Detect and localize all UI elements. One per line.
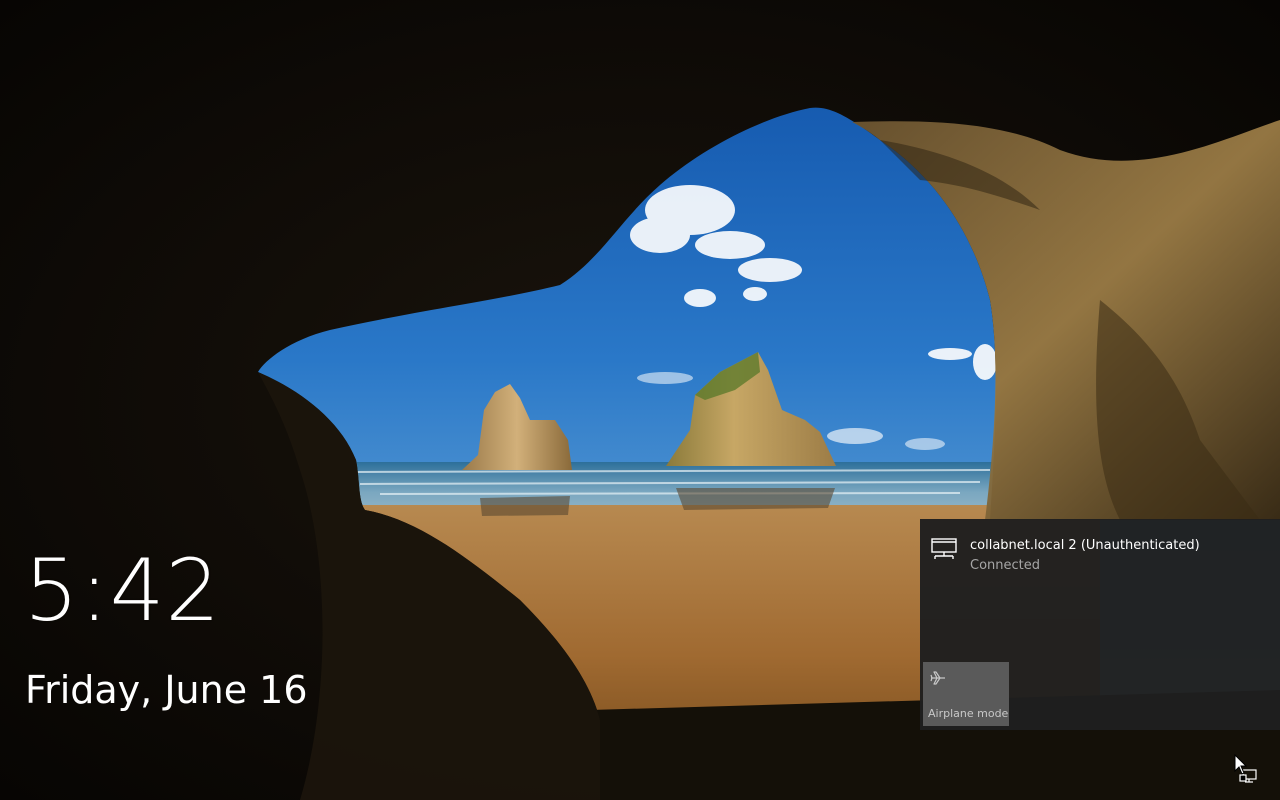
airplane-icon xyxy=(930,671,945,685)
network-list-item[interactable]: collabnet.local 2 (Unauthenticated) Conn… xyxy=(920,519,1280,591)
network-name: collabnet.local 2 (Unauthenticated) xyxy=(970,538,1200,553)
lock-screen-date: Friday, June 16 xyxy=(25,668,308,712)
network-flyout: collabnet.local 2 (Unauthenticated) Conn… xyxy=(920,519,1280,730)
airplane-mode-label: Airplane mode xyxy=(928,707,1009,720)
network-tray-icon[interactable] xyxy=(1239,769,1257,785)
network-status: Connected xyxy=(970,558,1041,573)
lock-screen: 5:42 Friday, June 16 collabnet.local 2 (… xyxy=(0,0,1280,800)
airplane-mode-toggle[interactable]: Airplane mode xyxy=(923,662,1009,726)
wired-network-icon xyxy=(931,538,957,559)
lock-screen-time: 5:42 xyxy=(24,541,222,641)
